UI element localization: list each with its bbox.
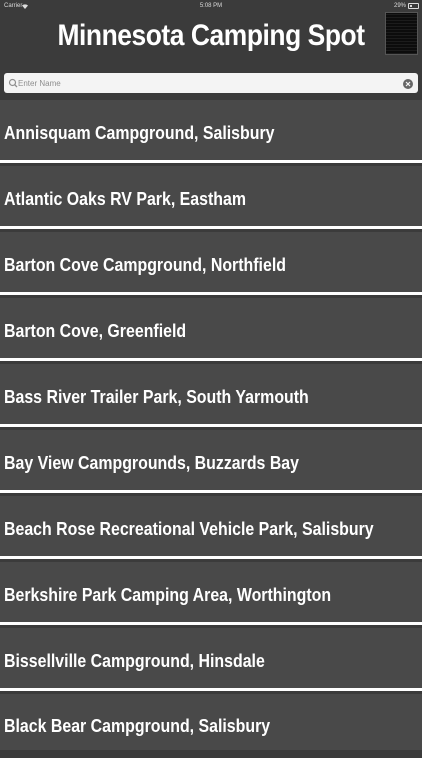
search-box[interactable] <box>4 73 418 93</box>
battery-percentage: 29% <box>393 3 406 9</box>
status-time: 5:08 PM <box>199 3 223 9</box>
clear-icon[interactable] <box>402 77 414 89</box>
list-item[interactable]: Barton Cove, Greenfield <box>0 298 422 361</box>
list-item[interactable]: Bass River Trailer Park, South Yarmouth <box>0 364 422 427</box>
list-item-label: Bissellville Campground, Hinsdale <box>4 650 265 671</box>
list-item[interactable]: Bay View Campgrounds, Buzzards Bay <box>0 430 422 493</box>
list-item-label: Black Bear Campground, Salisbury <box>4 715 271 736</box>
list-item[interactable]: Atlantic Oaks RV Park, Eastham <box>0 166 422 229</box>
thumbnail-image[interactable] <box>385 12 418 55</box>
list-item[interactable]: Black Bear Campground, Salisbury <box>0 694 422 750</box>
list-item-label: Berkshire Park Camping Area, Worthington <box>4 584 332 605</box>
list-item-label: Bay View Campgrounds, Buzzards Bay <box>4 452 300 473</box>
header: Minnesota Camping Spot <box>0 12 422 66</box>
search-input[interactable] <box>18 73 398 93</box>
list-item-label: Barton Cove Campground, Northfield <box>4 254 286 275</box>
list-item-label: Barton Cove, Greenfield <box>4 320 187 341</box>
list-item[interactable]: Barton Cove Campground, Northfield <box>0 232 422 295</box>
list-item[interactable]: Beach Rose Recreational Vehicle Park, Sa… <box>0 496 422 559</box>
battery-icon <box>408 3 419 9</box>
campground-list: Annisquam Campground, Salisbury Atlantic… <box>0 100 422 750</box>
list-item[interactable]: Annisquam Campground, Salisbury <box>0 100 422 163</box>
list-item-label: Bass River Trailer Park, South Yarmouth <box>4 386 309 407</box>
status-bar: Carrier 5:08 PM 29% <box>0 0 422 12</box>
search-bar <box>0 66 422 100</box>
list-item-label: Beach Rose Recreational Vehicle Park, Sa… <box>4 518 374 539</box>
page-title: Minnesota Camping Spot <box>57 19 365 52</box>
list-item[interactable]: Bissellville Campground, Hinsdale <box>0 628 422 691</box>
list-item[interactable]: Berkshire Park Camping Area, Worthington <box>0 562 422 625</box>
list-item-label: Annisquam Campground, Salisbury <box>4 122 275 143</box>
list-item-label: Atlantic Oaks RV Park, Eastham <box>4 188 247 209</box>
